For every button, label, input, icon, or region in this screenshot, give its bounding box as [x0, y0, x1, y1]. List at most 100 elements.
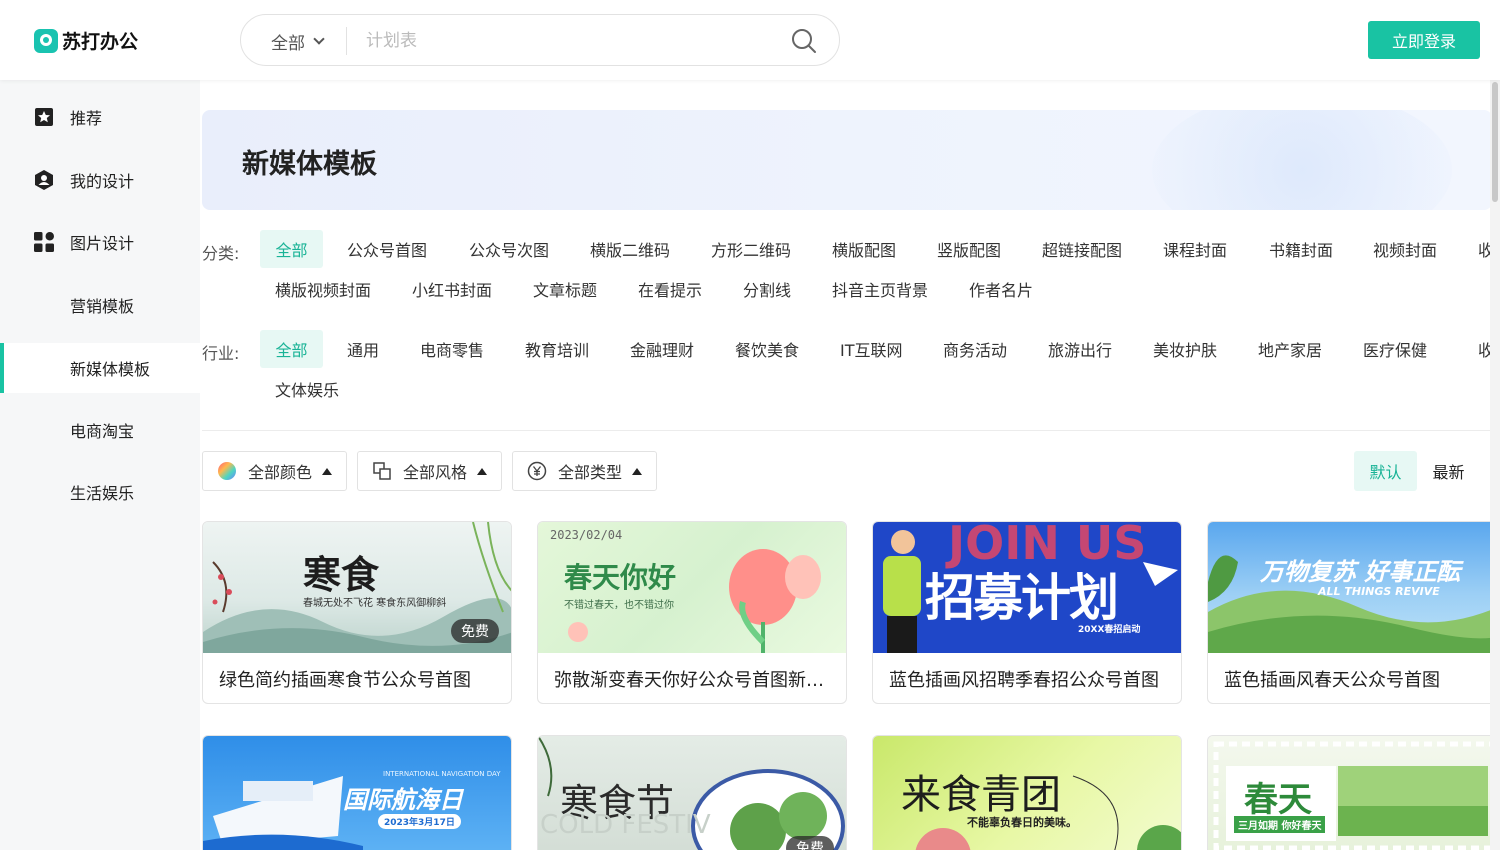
- industry-chip[interactable]: 地产家居: [1258, 330, 1322, 368]
- template-thumbnail: 春天 三月如期 你好春天: [1208, 736, 1500, 850]
- category-chip[interactable]: 竖版配图: [937, 230, 1001, 268]
- thumbnail-date: 2023/02/04: [550, 528, 623, 542]
- sidebar: 推荐 我的设计 图片设计 营销模板 新媒体模板 电商淘宝 生活娱乐: [0, 80, 200, 850]
- sidebar-item-new-media[interactable]: 新媒体模板: [0, 343, 200, 393]
- category-chip[interactable]: 分割线: [743, 270, 791, 308]
- shapes-icon: [373, 462, 391, 480]
- template-thumbnail: JOIN US 招募计划 20XX春招启动: [873, 522, 1181, 653]
- search-divider: [346, 27, 347, 55]
- sidebar-item-label: 电商淘宝: [70, 422, 135, 441]
- thumbnail-english: INTERNATIONAL NAVIGATION DAY: [383, 770, 501, 778]
- category-chip[interactable]: 文章标题: [533, 270, 597, 308]
- template-card[interactable]: 2023/02/04 春天你好 不错过春天，也不错过你 弥散渐变春天你好公众号首…: [537, 521, 847, 704]
- template-title: 蓝色插画风招聘季春招公众号首图: [889, 670, 1159, 691]
- category-chip[interactable]: 作者名片: [969, 270, 1033, 308]
- template-card[interactable]: 春天 三月如期 你好春天: [1207, 735, 1500, 850]
- category-chip[interactable]: 公众号次图: [469, 230, 549, 268]
- thumbnail-title: 国际航海日: [343, 786, 463, 814]
- industry-chip[interactable]: 美妆护肤: [1153, 330, 1217, 368]
- industry-label: 行业:: [202, 344, 240, 363]
- category-chip[interactable]: 方形二维码: [711, 230, 791, 268]
- logo[interactable]: 苏打办公: [34, 27, 138, 54]
- category-chip[interactable]: 视频封面: [1373, 230, 1437, 268]
- sidebar-item-marketing[interactable]: 营销模板: [0, 280, 200, 330]
- thumbnail-subtitle: ALL THINGS REVIVE: [1318, 585, 1440, 598]
- industry-chip[interactable]: 旅游出行: [1048, 330, 1112, 368]
- template-title: 蓝色插画风春天公众号首图: [1224, 670, 1440, 691]
- template-card[interactable]: 来食青团 不能辜负春日的美味。: [872, 735, 1182, 850]
- color-filter-label: 全部颜色: [248, 463, 313, 482]
- industry-chip[interactable]: 全部: [260, 330, 323, 368]
- category-chip[interactable]: 横版视频封面: [275, 270, 371, 308]
- industry-chip[interactable]: 教育培训: [525, 330, 589, 368]
- category-chip[interactable]: 小红书封面: [412, 270, 492, 308]
- industry-chip[interactable]: 通用: [347, 330, 379, 368]
- template-title: 绿色简约插画寒食节公众号首图: [219, 670, 471, 691]
- logo-mark-icon: [34, 28, 58, 53]
- search-scope-dropdown[interactable]: 全部: [271, 29, 325, 54]
- template-card[interactable]: JOIN US 招募计划 20XX春招启动 蓝色插画风招聘季春招公众号首图: [872, 521, 1182, 704]
- sidebar-item-image-design[interactable]: 图片设计: [0, 217, 200, 267]
- sidebar-item-label: 图片设计: [70, 234, 135, 253]
- template-thumbnail: 寒食 春城无处不飞花 寒食东风御柳斜 免费: [203, 522, 511, 653]
- main-content: 新媒体模板 分类: 全部 公众号首图 公众号次图 横版二维码 方形二维码 横版配…: [200, 80, 1500, 850]
- sidebar-item-my-design[interactable]: 我的设计: [0, 155, 200, 205]
- search-scope-label: 全部: [271, 34, 305, 54]
- industry-chip[interactable]: 电商零售: [420, 330, 484, 368]
- industry-chip[interactable]: 文体娱乐: [275, 370, 339, 408]
- template-card[interactable]: 寒食 春城无处不飞花 寒食东风御柳斜 免费 绿色简约插画寒食节公众号首图: [202, 521, 512, 704]
- search-icon[interactable]: [791, 28, 817, 54]
- type-filter-label: 全部类型: [558, 463, 623, 482]
- industry-chip[interactable]: 医疗保健: [1363, 330, 1427, 368]
- sort-latest-button[interactable]: 最新: [1417, 451, 1480, 491]
- page-scrollbar[interactable]: [1490, 80, 1500, 850]
- category-chip[interactable]: 课程封面: [1163, 230, 1227, 268]
- search-bar: 全部: [240, 14, 840, 66]
- star-bookmark-icon: [35, 108, 53, 126]
- free-badge: 免费: [786, 836, 834, 850]
- style-filter-label: 全部风格: [403, 463, 468, 482]
- template-card[interactable]: 万物复苏 好事正酝 ALL THINGS REVIVE 蓝色插画风春天公众号首图: [1207, 521, 1500, 704]
- industry-filter: 行业: 全部 通用 电商零售 教育培训 金融理财 餐饮美食 IT互联网 商务活动…: [200, 330, 1500, 410]
- category-chip[interactable]: 全部: [260, 230, 323, 268]
- industry-chip[interactable]: 金融理财: [630, 330, 694, 368]
- sidebar-item-ecommerce[interactable]: 电商淘宝: [0, 405, 200, 455]
- sidebar-item-lifestyle[interactable]: 生活娱乐: [0, 467, 200, 517]
- scrollbar-thumb[interactable]: [1492, 82, 1498, 202]
- thumbnail-subtitle: 春城无处不飞花 寒食东风御柳斜: [303, 598, 447, 609]
- industry-chip[interactable]: 商务活动: [943, 330, 1007, 368]
- category-chip[interactable]: 书籍封面: [1269, 230, 1333, 268]
- search-input[interactable]: [366, 27, 766, 55]
- template-thumbnail: 寒食节 COLD FESTIV 免费: [538, 736, 846, 850]
- style-filter-dropdown[interactable]: 全部风格: [357, 451, 502, 491]
- caret-up-icon: [322, 468, 332, 475]
- color-filter-dropdown[interactable]: 全部颜色: [202, 451, 347, 491]
- category-chip[interactable]: 横版二维码: [590, 230, 670, 268]
- sidebar-item-recommend[interactable]: 推荐: [0, 92, 200, 142]
- sort-default-button[interactable]: 默认: [1354, 451, 1417, 491]
- thumbnail-title: 春天: [1244, 780, 1312, 820]
- category-chip[interactable]: 超链接配图: [1042, 230, 1122, 268]
- thumbnail-subtitle: 20XX春招启动: [1078, 625, 1141, 635]
- category-chip[interactable]: 公众号首图: [347, 230, 427, 268]
- thumbnail-subtitle: 不错过春天，也不错过你: [564, 600, 674, 611]
- top-header: 苏打办公 全部 立即登录: [0, 0, 1500, 80]
- yen-icon: [527, 461, 547, 481]
- template-thumbnail: INTERNATIONAL NAVIGATION DAY 国际航海日 2023年…: [203, 736, 511, 850]
- logo-text: 苏打办公: [62, 31, 139, 53]
- sidebar-item-label: 生活娱乐: [70, 484, 135, 503]
- industry-chip[interactable]: 餐饮美食: [735, 330, 799, 368]
- login-button[interactable]: 立即登录: [1368, 21, 1480, 59]
- category-chip[interactable]: 在看提示: [638, 270, 702, 308]
- thumbnail-title: 来食青团: [901, 772, 1061, 818]
- thumbnail-subtitle: 2023年3月17日: [378, 814, 461, 829]
- template-thumbnail: 2023/02/04 春天你好 不错过春天，也不错过你: [538, 522, 846, 653]
- template-card[interactable]: INTERNATIONAL NAVIGATION DAY 国际航海日 2023年…: [202, 735, 512, 850]
- template-card[interactable]: 寒食节 COLD FESTIV 免费: [537, 735, 847, 850]
- thumbnail-subtitle: 不能辜负春日的美味。: [967, 816, 1077, 829]
- category-chip[interactable]: 抖音主页背景: [832, 270, 928, 308]
- type-filter-dropdown[interactable]: 全部类型: [512, 451, 657, 491]
- industry-chip[interactable]: IT互联网: [840, 330, 903, 368]
- page-title: 新媒体模板: [242, 149, 377, 180]
- category-chip[interactable]: 横版配图: [832, 230, 896, 268]
